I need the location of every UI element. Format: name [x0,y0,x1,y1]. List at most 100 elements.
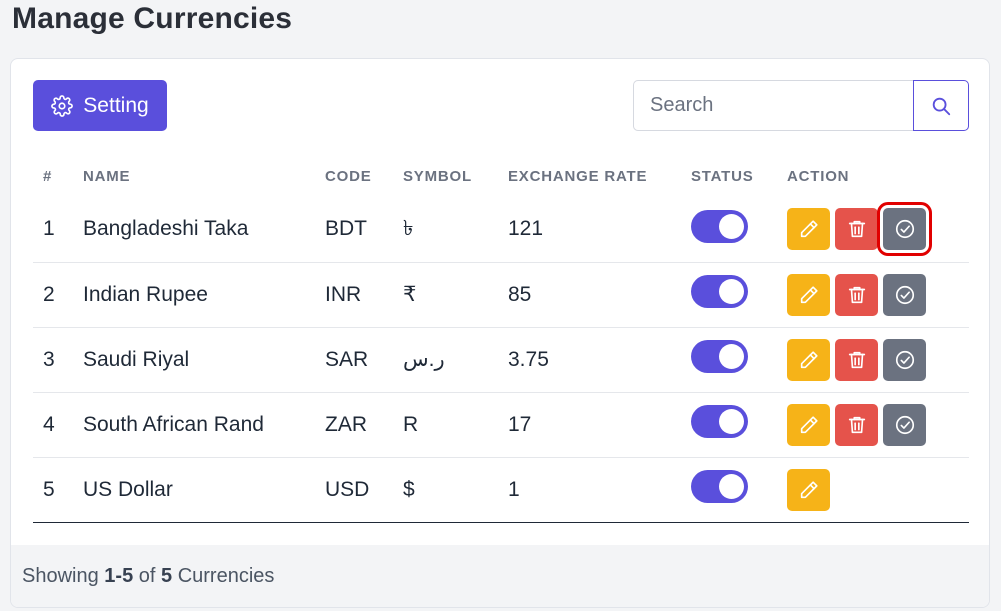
cell-symbol: ر.س [403,327,508,393]
edit-button[interactable] [787,208,830,251]
cell-num: 2 [33,262,83,328]
search-icon [930,95,952,117]
cell-name: Indian Rupee [83,262,325,328]
pencil-icon [798,349,820,371]
toggle-knob [719,213,744,239]
search-bar [633,80,969,131]
edit-button[interactable] [787,403,830,446]
currencies-card: Setting # NAME CODE SYMBOL EXCHANGE RATE… [10,58,990,608]
edit-button[interactable] [787,338,830,381]
set-default-button[interactable] [883,403,926,446]
cell-code: USD [325,457,403,523]
cell-action [787,262,969,328]
table-row: 4 South African Rand ZAR R 17 [33,392,969,458]
page-title: Manage Currencies [12,2,293,35]
toggle-knob [719,344,744,369]
pencil-icon [798,479,820,501]
cell-code: INR [325,262,403,328]
check-circle-icon [894,414,916,436]
currencies-table: # NAME CODE SYMBOL EXCHANGE RATE STATUS … [33,155,969,523]
cell-num: 5 [33,457,83,523]
pencil-icon [798,284,820,306]
header-action: ACTION [787,167,850,185]
header-name[interactable]: NAME [83,155,325,197]
showing-total: 5 [161,564,173,587]
delete-button[interactable] [835,403,878,446]
cell-exchange-rate: 1 [508,457,691,523]
pencil-icon [798,218,820,240]
pencil-icon [798,414,820,436]
cell-status [691,262,787,328]
search-input[interactable] [633,80,913,131]
search-button[interactable] [913,80,969,131]
cell-code: SAR [325,327,403,393]
cell-status [691,457,787,523]
trash-icon [846,218,868,240]
cell-num: 1 [33,197,83,263]
table-row: 2 Indian Rupee INR ₹85 [33,262,969,328]
cell-status [691,197,787,263]
edit-button[interactable] [787,273,830,316]
table-footer: Showing 1-5 of 5 Currencies [11,545,989,607]
cell-name: South African Rand [83,392,325,458]
check-circle-icon [894,218,916,240]
cell-status [691,327,787,393]
showing-prefix: Showing [22,564,99,587]
setting-button[interactable]: Setting [33,80,167,131]
toggle-knob [719,474,744,499]
header-exchange-rate[interactable]: EXCHANGE RATE [508,155,691,197]
cell-num: 3 [33,327,83,393]
cell-name: US Dollar [83,457,325,523]
cell-symbol: $ [403,457,508,523]
toggle-knob [719,279,744,304]
cell-exchange-rate: 121 [508,197,691,263]
set-default-button[interactable] [883,338,926,381]
status-toggle[interactable] [691,405,748,438]
set-default-button[interactable] [883,273,926,316]
gear-icon [51,94,74,117]
check-circle-icon [894,284,916,306]
trash-icon [846,414,868,436]
cell-symbol: ৳ [403,197,508,263]
delete-button[interactable] [835,208,878,251]
header-num: # [43,167,53,185]
cell-action [787,197,969,263]
set-default-button[interactable] [877,202,932,257]
trash-icon [846,349,868,371]
cell-symbol: R [403,392,508,458]
cell-action [787,327,969,393]
table-row: 3 Saudi Riyal SAR ر.س 3.75 [33,327,969,393]
cell-symbol: ₹ [403,262,508,328]
cell-status [691,392,787,458]
header-code[interactable]: CODE [325,155,403,197]
setting-button-label: Setting [83,93,149,117]
cell-name: Saudi Riyal [83,327,325,393]
header-symbol[interactable]: SYMBOL [403,155,508,197]
table-header-row: # NAME CODE SYMBOL EXCHANGE RATE STATUS … [33,155,969,197]
cell-exchange-rate: 85 [508,262,691,328]
cell-exchange-rate: 17 [508,392,691,458]
table-row: 5 US Dollar USD $1 [33,457,969,523]
trash-icon [846,284,868,306]
cell-code: BDT [325,197,403,263]
status-toggle[interactable] [691,470,748,503]
showing-suffix: Currencies [177,564,275,587]
showing-of: of [138,564,156,587]
status-toggle[interactable] [691,275,748,308]
cell-code: ZAR [325,392,403,458]
check-circle-icon [894,349,916,371]
status-toggle[interactable] [691,209,748,243]
cell-name: Bangladeshi Taka [83,197,325,263]
delete-button[interactable] [835,338,878,381]
cell-exchange-rate: 3.75 [508,327,691,393]
cell-action [787,457,969,523]
cell-action [787,392,969,458]
header-status[interactable]: STATUS [691,155,787,197]
cell-num: 4 [33,392,83,458]
table-row: 1 Bangladeshi Taka BDT ৳ 121 [33,197,969,263]
toggle-knob [719,409,744,434]
status-toggle[interactable] [691,340,748,373]
edit-button[interactable] [787,468,830,511]
delete-button[interactable] [835,273,878,316]
showing-range: 1-5 [104,564,134,587]
